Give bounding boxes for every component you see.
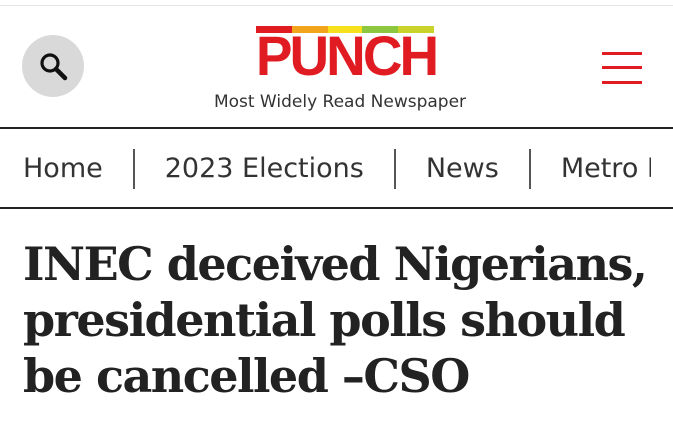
nav-overflow-mask: [651, 129, 673, 207]
nav-separator: [393, 149, 396, 189]
nav-item-home[interactable]: Home: [23, 151, 103, 187]
menu-button[interactable]: [600, 50, 644, 86]
search-button[interactable]: [22, 35, 84, 97]
nav-separator: [528, 149, 531, 189]
site-header: PUNCH Most Widely Read Newspaper: [0, 6, 673, 127]
punch-logo[interactable]: PUNCH: [255, 24, 439, 90]
search-icon: [40, 53, 68, 81]
article-headline: INEC deceived Nigerians, presidential po…: [23, 237, 648, 403]
nav-item-2023-elections[interactable]: 2023 Elections: [165, 151, 364, 187]
category-nav: Home 2023 Elections News Metro Plus: [0, 129, 673, 207]
logo-wordmark: PUNCH: [255, 24, 439, 87]
nav-separator: [132, 149, 135, 189]
nav-bottom-divider: [0, 207, 673, 209]
site-tagline: Most Widely Read Newspaper: [213, 92, 467, 112]
nav-item-news[interactable]: News: [426, 151, 499, 187]
